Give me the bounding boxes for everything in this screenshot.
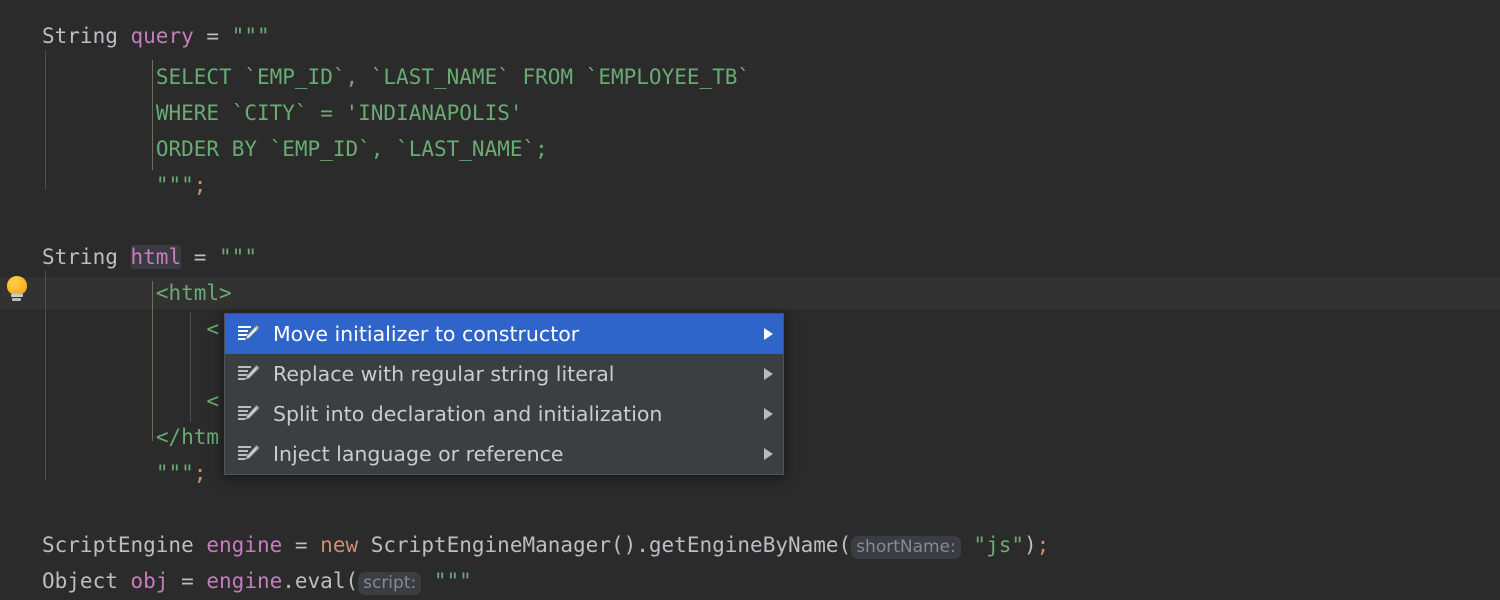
code-token: ORDER BY `EMP_ID`, `LAST_NAME`; xyxy=(155,137,548,161)
line-html-close: </htm xyxy=(156,421,219,453)
line-object-obj: Object obj = engine.eval(script: """ xyxy=(42,565,472,599)
submenu-arrow-icon[interactable] xyxy=(764,408,773,420)
line-sql-where: WHERE `CITY` = 'INDIANAPOLIS' xyxy=(156,97,523,129)
menu-item-2[interactable]: Split into declaration and initializatio… xyxy=(225,394,783,434)
code-token: String xyxy=(42,245,131,269)
menu-item-label: Replace with regular string literal xyxy=(273,362,615,386)
menu-item-label: Inject language or reference xyxy=(273,442,564,466)
code-token: script: xyxy=(358,572,422,595)
code-token: = xyxy=(181,245,220,269)
code-token: String xyxy=(42,24,131,48)
code-token: < xyxy=(206,317,220,341)
menu-item-0[interactable]: Move initializer to constructor xyxy=(225,314,783,354)
code-token: WHERE `CITY` = 'INDIANAPOLIS' xyxy=(155,101,523,125)
line-string-html: String html = """ xyxy=(42,241,257,273)
code-token: ScriptEngineManager().getEngineByName( xyxy=(358,533,852,557)
indent-guide xyxy=(190,312,191,422)
indent-guide xyxy=(152,60,153,170)
menu-item-label: Move initializer to constructor xyxy=(273,322,580,346)
code-token: <html> xyxy=(155,281,232,305)
code-token: Object xyxy=(42,569,131,593)
quickfix-pencil-icon xyxy=(237,364,261,384)
code-token: obj xyxy=(130,569,169,593)
quickfix-pencil-icon xyxy=(237,324,261,344)
menu-item-label: Split into declaration and initializatio… xyxy=(273,402,663,426)
code-token: ; xyxy=(193,173,207,197)
code-token: ScriptEngine xyxy=(42,533,207,557)
code-token: """ xyxy=(421,569,472,593)
code-token: engine xyxy=(206,533,283,557)
quickfix-pencil-icon xyxy=(237,444,261,464)
code-token: = xyxy=(282,533,321,557)
line-html-body-open: < xyxy=(206,313,219,345)
indent-guide xyxy=(45,50,46,190)
code-token: shortName: xyxy=(851,536,961,559)
code-token: SELECT `EMP_ID`, `LAST_NAME` FROM `EMPLO… xyxy=(155,65,751,89)
menu-item-1[interactable]: Replace with regular string literal xyxy=(225,354,783,394)
menu-item-3[interactable]: Inject language or reference xyxy=(225,434,783,474)
code-token: = xyxy=(168,569,207,593)
line-query-close: """; xyxy=(156,169,207,201)
lightbulb-base-bottom xyxy=(12,298,21,301)
code-token: engine xyxy=(206,569,283,593)
code-token: = xyxy=(193,24,232,48)
code-token: ; xyxy=(193,461,207,485)
submenu-arrow-icon[interactable] xyxy=(764,328,773,340)
code-token: "js" xyxy=(960,533,1024,557)
lightbulb-base-top xyxy=(11,294,23,297)
code-token: .eval( xyxy=(282,569,359,593)
code-token: """ xyxy=(231,24,270,48)
code-token: """ xyxy=(155,173,194,197)
submenu-arrow-icon[interactable] xyxy=(764,368,773,380)
line-string-query: String query = """ xyxy=(42,20,270,52)
submenu-arrow-icon[interactable] xyxy=(764,448,773,460)
line-html-body-close: < xyxy=(206,385,219,417)
intention-actions-menu[interactable]: Move initializer to constructor Replace w… xyxy=(224,313,784,475)
lightbulb-glass xyxy=(7,276,27,295)
quickfix-pencil-icon xyxy=(237,404,261,424)
code-token: </htm xyxy=(155,425,220,449)
code-token: < xyxy=(206,389,220,413)
code-token: query xyxy=(130,24,194,48)
line-html-open: <html> xyxy=(156,277,232,309)
line-script-engine: ScriptEngine engine = new ScriptEngineMa… xyxy=(42,529,1049,563)
code-token: ) xyxy=(1024,533,1037,557)
line-html-literal-close: """; xyxy=(156,457,207,489)
code-token: html xyxy=(130,245,182,269)
code-token: ; xyxy=(1036,533,1050,557)
lightbulb-icon[interactable] xyxy=(4,276,30,302)
indent-guide xyxy=(152,281,153,441)
indent-guide xyxy=(45,271,46,481)
code-token: """ xyxy=(219,245,257,269)
line-sql-select: SELECT `EMP_ID`, `LAST_NAME` FROM `EMPLO… xyxy=(156,61,750,93)
code-token: """ xyxy=(155,461,194,485)
line-sql-order: ORDER BY `EMP_ID`, `LAST_NAME`; xyxy=(156,133,548,165)
code-token: new xyxy=(320,533,359,557)
code-editor[interactable]: String query = """ SELECT `EMP_ID`, `LAST… xyxy=(0,0,1500,600)
